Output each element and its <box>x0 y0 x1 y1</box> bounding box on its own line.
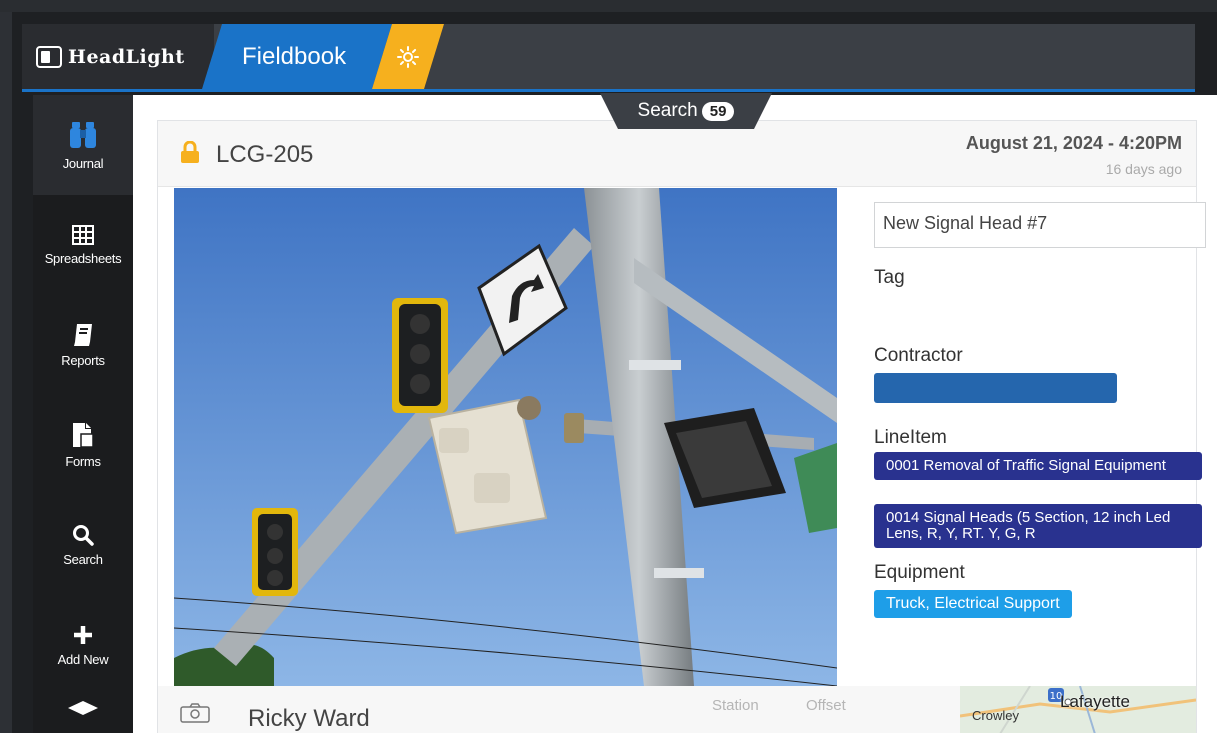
sidebar-item-label: Add New <box>57 651 109 667</box>
contractor-chip[interactable] <box>874 373 1117 403</box>
app-title: Fieldbook <box>242 42 347 70</box>
record-date: August 21, 2024 - 4:20PM <box>965 133 1182 153</box>
plus-icon <box>74 625 92 644</box>
record-relative-time: 16 days ago <box>1105 161 1182 177</box>
map-city-label: Crowley <box>972 708 1019 723</box>
sidebar-item-add-new[interactable]: Add New <box>33 595 133 695</box>
gear-icon <box>396 45 420 69</box>
sidebar-item-label: Spreadsheets <box>44 250 122 266</box>
book-icon <box>74 323 92 346</box>
tag-label: Tag <box>874 267 905 288</box>
camera-icon <box>180 703 210 723</box>
app-header: HeadLight Fieldbook <box>22 24 1195 92</box>
journal-entry-card: LCG-205 August 21, 2024 - 4:20PM 16 days… <box>157 120 1206 733</box>
offset-label: Offset <box>806 697 846 714</box>
headlight-logo-icon <box>36 45 62 68</box>
sidebar: Journal Spreadsheets Reports Forms Searc… <box>33 95 133 733</box>
equipment-label: Equipment <box>874 562 965 583</box>
sidebar-item-label: Journal <box>62 155 104 171</box>
lineitem-chip[interactable]: 0014 Signal Heads (5 Section, 12 inch Le… <box>874 504 1202 548</box>
forms-icon <box>73 422 94 448</box>
lineitem-chip[interactable]: 0001 Removal of Traffic Signal Equipment <box>874 452 1202 480</box>
card-header: LCG-205 August 21, 2024 - 4:20PM 16 days… <box>158 121 1196 187</box>
station-label: Station <box>712 697 759 714</box>
lineitem-label: LineItem <box>874 427 947 448</box>
sidebar-item-search[interactable]: Search <box>33 495 133 595</box>
traffic-signal-photo <box>174 188 837 686</box>
entry-title-field[interactable]: New Signal Head #7 <box>874 202 1206 248</box>
entry-author: Ricky Ward <box>248 705 370 732</box>
sidebar-item-label: Search <box>63 551 103 567</box>
equipment-chip[interactable]: Truck, Electrical Support <box>874 590 1072 618</box>
contractor-label: Contractor <box>874 345 963 366</box>
card-footer: Ricky Ward Station Offset <box>158 686 960 733</box>
map-city-label: Lafayette <box>1060 692 1130 711</box>
binoculars-icon <box>70 121 96 148</box>
location-map[interactable]: 10 Lafayette Crowley <box>960 686 1196 733</box>
record-id: LCG-205 <box>216 141 314 168</box>
sidebar-item-forms[interactable]: Forms <box>33 395 133 495</box>
headlight-logo[interactable]: HeadLight <box>22 24 214 89</box>
search-tab-label: Search <box>637 100 698 121</box>
search-count-badge: 59 <box>702 102 735 121</box>
lock-icon <box>181 141 199 163</box>
search-results-tab[interactable]: Search 59 <box>600 93 772 129</box>
entry-photo[interactable] <box>174 188 837 686</box>
fieldbook-tab[interactable]: Fieldbook <box>202 24 392 89</box>
sidebar-item-journal[interactable]: Journal <box>33 95 133 195</box>
grid-icon <box>72 224 94 245</box>
sidebar-item-reports[interactable]: Reports <box>33 295 133 395</box>
outer-window-bar <box>0 0 1217 12</box>
sidebar-item-label: Forms <box>65 453 101 469</box>
sidebar-item-spreadsheets[interactable]: Spreadsheets <box>33 195 133 295</box>
search-icon <box>73 524 94 546</box>
sidebar-item-label: Reports <box>61 352 105 368</box>
graduation-cap-icon <box>68 701 98 715</box>
sidebar-item-more[interactable] <box>33 695 133 733</box>
logo-text: HeadLight <box>68 45 185 68</box>
